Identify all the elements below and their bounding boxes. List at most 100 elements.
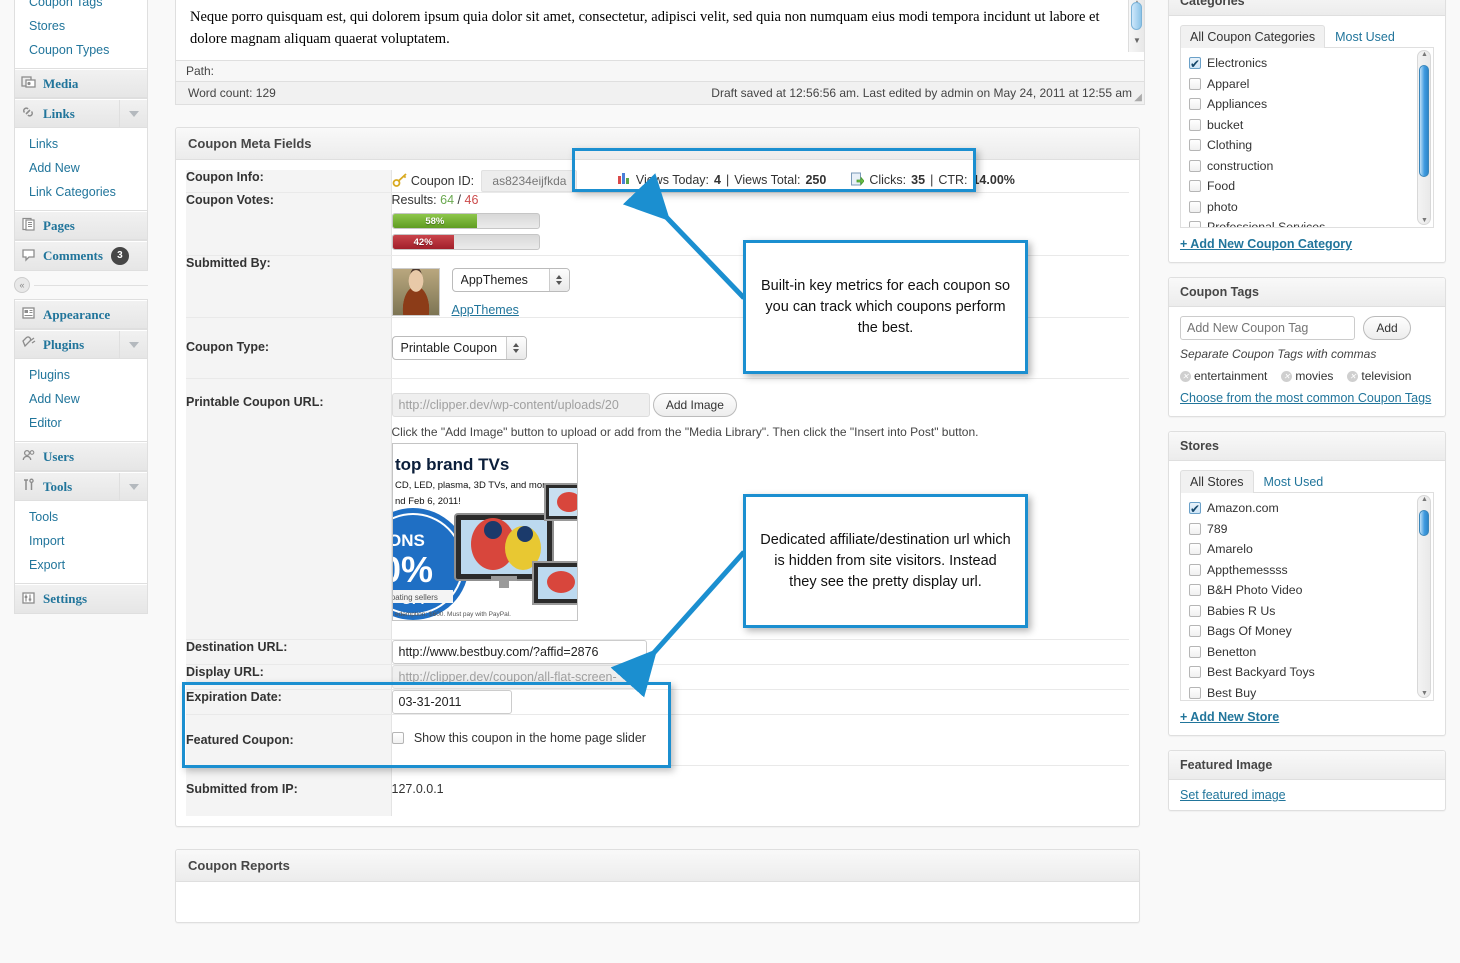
sidebar-subitem-add-new-link[interactable]: Add New (15, 156, 147, 180)
divider (34, 284, 148, 286)
sidebar-item-tools[interactable]: Tools (15, 472, 147, 501)
editor-content-area[interactable]: Neque porro quisquam est, qui dolorem ip… (176, 0, 1144, 60)
category-checkbox[interactable] (1189, 200, 1201, 213)
chevron-down-icon[interactable] (119, 331, 147, 358)
remove-tag-icon[interactable]: ✕ (1347, 370, 1359, 382)
scroll-up-icon[interactable]: ▲ (1421, 51, 1428, 58)
store-label: Best Backyard Toys (1207, 665, 1315, 679)
store-checkbox[interactable] (1189, 604, 1201, 617)
clicks-value: 35 (911, 173, 926, 187)
sidebar-subitem-coupon-tags[interactable]: Coupon Tags (15, 0, 147, 14)
store-checkbox[interactable] (1189, 584, 1201, 597)
categories-list[interactable]: Electronics Apparel Appliances bucket Cl… (1180, 48, 1434, 228)
collapse-menu-icon[interactable]: « (14, 277, 30, 293)
sidebar-subitem-links[interactable]: Links (15, 132, 147, 156)
sidebar-subitem-link-categories[interactable]: Link Categories (15, 180, 147, 204)
sidebar-item-pages[interactable]: Pages (15, 211, 147, 240)
expiration-date-input[interactable] (391, 690, 512, 714)
store-checkbox[interactable] (1189, 563, 1201, 576)
expiration-date-label: Expiration Date: (186, 689, 392, 715)
coupon-reports-title: Coupon Reports (176, 850, 1139, 882)
spinner-arrows-icon[interactable] (505, 337, 526, 359)
store-checkbox[interactable] (1189, 499, 1201, 520)
submitted-by-link[interactable]: AppThemes (452, 303, 519, 317)
collapse-menu-row[interactable]: « (14, 277, 148, 293)
sidebar-subitem-stores[interactable]: Stores (15, 14, 147, 38)
printable-url-input[interactable] (391, 393, 650, 417)
add-tag-button[interactable]: Add (1363, 316, 1411, 340)
stores-scrollbar[interactable]: ▲ ▼ (1417, 495, 1431, 698)
resize-grip-icon[interactable]: ◢ (1134, 92, 1142, 103)
category-checkbox[interactable] (1189, 221, 1201, 227)
category-checkbox[interactable] (1189, 98, 1201, 111)
sidebar-item-links[interactable]: Links (15, 99, 147, 128)
submitted-by-select-wrap[interactable]: AppThemes (451, 268, 570, 292)
scrollbar-thumb[interactable] (1419, 65, 1429, 177)
tab-all-coupon-categories[interactable]: All Coupon Categories (1180, 25, 1326, 48)
add-new-store-link[interactable]: + Add New Store (1180, 710, 1279, 724)
choose-common-tags-link[interactable]: Choose from the most common Coupon Tags (1180, 391, 1431, 405)
destination-url-input[interactable] (391, 640, 647, 664)
chevron-down-icon[interactable] (119, 100, 147, 127)
spinner-arrows-icon[interactable] (548, 269, 569, 291)
sidebar-item-users[interactable]: Users (15, 442, 147, 471)
sidebar-item-media[interactable]: Media (15, 69, 147, 98)
store-checkbox[interactable] (1189, 666, 1201, 679)
sidebar-subitem-plugin-editor[interactable]: Editor (15, 411, 147, 435)
stores-list[interactable]: Amazon.com 789 Amarelo Appthemessss B&H … (1180, 493, 1434, 701)
sidebar-subitem-tools[interactable]: Tools (15, 505, 147, 529)
coupon-artwork: top brand TVs CD, LED, plasma, 3D TVs, a… (392, 444, 577, 620)
store-checkbox[interactable] (1189, 522, 1201, 535)
sidebar-subitem-plugins[interactable]: Plugins (15, 363, 147, 387)
coupon-image-preview[interactable]: top brand TVs CD, LED, plasma, 3D TVs, a… (391, 443, 578, 621)
sidebar-item-settings[interactable]: Settings (15, 584, 147, 613)
sidebar-subitem-add-new-plugin[interactable]: Add New (15, 387, 147, 411)
appearance-icon (15, 306, 43, 323)
category-checkbox[interactable] (1189, 139, 1201, 152)
store-checkbox[interactable] (1189, 543, 1201, 556)
sidebar-subitem-export[interactable]: Export (15, 553, 147, 577)
category-checkbox[interactable] (1189, 118, 1201, 131)
coupon-info-value: Coupon ID: as8234eijfkda Views Today: 4 (391, 170, 1129, 193)
category-checkbox[interactable] (1189, 180, 1201, 193)
scroll-down-icon[interactable]: ▼ (1133, 30, 1141, 52)
views-today-value: 4 (714, 173, 721, 187)
sidebar-subitem-import[interactable]: Import (15, 529, 147, 553)
tab-all-stores[interactable]: All Stores (1180, 470, 1254, 493)
scroll-down-icon[interactable]: ▼ (1421, 690, 1428, 697)
svg-text:nd Feb 6, 2011!: nd Feb 6, 2011! (395, 496, 461, 507)
scrollbar-thumb[interactable] (1131, 2, 1142, 30)
coupon-type-select-wrap[interactable]: Printable Coupon (391, 336, 527, 360)
bar-chart-icon (617, 172, 631, 188)
categories-scrollbar[interactable]: ▲ ▼ (1417, 50, 1431, 225)
sidebar-item-appearance[interactable]: Appearance (15, 300, 147, 329)
sidebar-item-label: Comments (43, 248, 103, 263)
tag-item: ✕ television (1347, 369, 1411, 383)
store-checkbox[interactable] (1189, 645, 1201, 658)
coupon-id-label: Coupon ID: (410, 174, 475, 188)
tab-most-used-categories[interactable]: Most Used (1325, 25, 1405, 48)
tab-most-used-stores[interactable]: Most Used (1254, 470, 1334, 493)
category-checkbox[interactable] (1189, 77, 1201, 90)
store-checkbox[interactable] (1189, 686, 1201, 699)
chevron-down-icon[interactable] (119, 473, 147, 500)
add-image-button[interactable]: Add Image (652, 393, 737, 417)
featured-coupon-checkbox[interactable] (391, 732, 404, 744)
add-coupon-tag-input[interactable] (1180, 316, 1355, 340)
category-checkbox[interactable] (1189, 159, 1201, 172)
sidebar-item-plugins[interactable]: Plugins (15, 330, 147, 359)
remove-tag-icon[interactable]: ✕ (1281, 370, 1293, 382)
sidebar-subitem-coupon-types[interactable]: Coupon Types (15, 38, 147, 62)
display-url-input[interactable] (391, 665, 647, 689)
scrollbar-thumb[interactable] (1419, 510, 1429, 536)
store-checkbox[interactable] (1189, 625, 1201, 638)
remove-tag-icon[interactable]: ✕ (1180, 370, 1191, 382)
coupon-tags-box: Coupon Tags Add Separate Coupon Tags wit… (1168, 277, 1446, 417)
editor-scrollbar[interactable]: ▲ ▼ (1128, 0, 1144, 52)
sidebar-item-comments[interactable]: Comments 3 (15, 241, 147, 270)
category-checkbox[interactable] (1189, 54, 1201, 75)
set-featured-image-link[interactable]: Set featured image (1180, 788, 1286, 802)
scroll-up-icon[interactable]: ▲ (1421, 496, 1428, 503)
add-new-coupon-category-link[interactable]: + Add New Coupon Category (1180, 237, 1352, 251)
scroll-down-icon[interactable]: ▼ (1421, 217, 1428, 224)
